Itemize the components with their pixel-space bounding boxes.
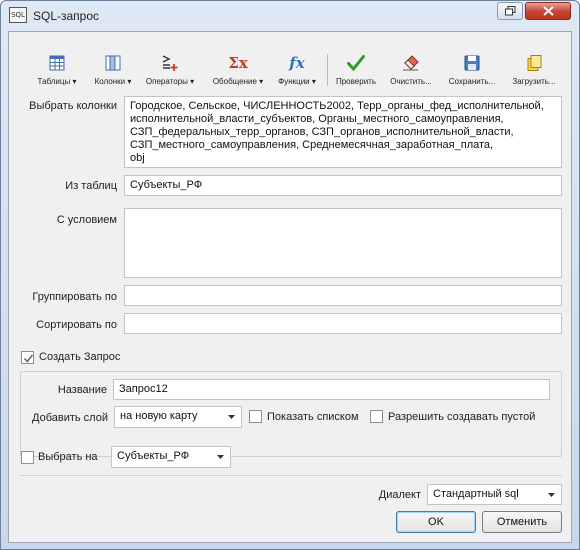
sql-query-window: SQL SQL-запрос Таблицы ▾ Колонки ▾ Опера… [0, 0, 580, 550]
select-columns-field[interactable]: Городское, Сельское, ЧИСЛЕННОСТЬ2002, Те… [124, 96, 562, 168]
add-layer-select[interactable]: на новую карту [114, 406, 242, 428]
chevron-down-icon [548, 493, 555, 497]
query-name-label: Название [57, 384, 107, 396]
aggregate-label: Обобщение ▾ [212, 77, 264, 86]
save-button[interactable]: Сохранить... [444, 52, 500, 90]
functions-label: Функции ▾ [278, 77, 316, 86]
select-columns-label: Выбрать колонки [29, 100, 117, 112]
add-layer-label: Добавить слой [32, 412, 108, 424]
window-title: SQL-запрос [33, 9, 100, 23]
group-by-field[interactable] [124, 285, 562, 306]
create-query-checkbox[interactable] [21, 351, 34, 364]
table-icon [49, 55, 65, 71]
dialect-select[interactable]: Стандартный sql [427, 484, 562, 505]
query-name-field[interactable]: Запрос12 [113, 379, 550, 400]
clear-button[interactable]: Очистить... [387, 52, 435, 90]
clear-label: Очистить... [390, 77, 432, 86]
from-tables-label: Из таблиц [65, 180, 117, 192]
functions-button[interactable]: fx Функции ▾ [272, 52, 322, 90]
columns-icon [105, 55, 121, 71]
columns-label: Колонки ▾ [94, 77, 132, 86]
add-layer-value: на новую карту [120, 410, 198, 422]
dialect-value: Стандартный sql [433, 488, 519, 500]
restore-button[interactable] [497, 2, 523, 20]
check-label: Проверить [335, 77, 376, 86]
where-label: С условием [56, 214, 117, 226]
chevron-down-icon [228, 415, 235, 419]
eraser-icon [403, 55, 419, 71]
check-button[interactable]: Проверить [334, 52, 378, 90]
where-field[interactable] [124, 208, 562, 278]
save-label: Сохранить... [448, 77, 496, 86]
group-by-label: Группировать по [32, 291, 117, 303]
from-tables-field[interactable]: Субъекты_РФ [124, 175, 562, 196]
cancel-button[interactable]: Отменить [482, 511, 562, 533]
dialect-label: Диалект [378, 489, 421, 501]
toolbar-separator [327, 54, 328, 86]
create-query-label: Создать Запрос [39, 351, 121, 363]
order-by-field[interactable] [124, 313, 562, 334]
tables-button[interactable]: Таблицы ▾ [32, 52, 82, 90]
select-on-label: Выбрать на [38, 451, 98, 463]
chevron-down-icon [217, 455, 224, 459]
select-on-select[interactable]: Субъекты_РФ [111, 446, 231, 468]
separator-line [20, 475, 562, 476]
restore-icon [505, 6, 516, 16]
select-columns-line: СЗП_местного_самоуправления, Среднемесяч… [130, 139, 494, 151]
columns-button[interactable]: Колонки ▾ [88, 52, 138, 90]
operators-button[interactable]: Операторы ▾ [144, 52, 196, 90]
operators-icon [162, 55, 178, 71]
select-columns-line: исполнительной_власти_субъектов, Органы_… [130, 113, 504, 125]
sql-app-icon: SQL [9, 7, 27, 23]
allow-empty-checkbox[interactable] [370, 410, 383, 423]
function-icon: fx [289, 54, 305, 72]
aggregate-button[interactable]: Σx Обобщение ▾ [211, 52, 265, 90]
select-columns-line: Городское, Сельское, ЧИСЛЕННОСТЬ2002, Те… [130, 100, 544, 112]
allow-empty-label: Разрешить создавать пустой [388, 411, 536, 423]
operators-label: Операторы ▾ [145, 77, 195, 86]
close-icon [543, 6, 554, 16]
checkmark-icon [23, 354, 34, 363]
toolbar: Таблицы ▾ Колонки ▾ Операторы ▾ Σx Обобщ… [32, 52, 562, 90]
load-label: Загрузить... [512, 77, 556, 86]
select-on-value: Субъекты_РФ [117, 450, 190, 462]
order-by-label: Сортировать по [36, 319, 117, 331]
ok-button[interactable]: OK [396, 511, 476, 533]
save-icon [464, 55, 480, 71]
select-columns-line: obj [130, 152, 145, 164]
close-button[interactable] [525, 2, 571, 20]
load-icon [527, 55, 542, 71]
load-button[interactable]: Загрузить... [506, 52, 562, 90]
show-as-list-checkbox[interactable] [249, 410, 262, 423]
sigma-icon: Σx [228, 54, 248, 72]
select-on-checkbox[interactable] [21, 451, 34, 464]
tables-label: Таблицы ▾ [37, 77, 77, 86]
check-icon [347, 55, 365, 72]
dialog-body: Таблицы ▾ Колонки ▾ Операторы ▾ Σx Обобщ… [8, 31, 572, 543]
title-bar[interactable]: SQL SQL-запрос [1, 1, 579, 31]
select-columns-line: СЗП_федеральных_терр_органов, СЗП_органо… [130, 126, 514, 138]
show-as-list-label: Показать списком [267, 411, 359, 423]
